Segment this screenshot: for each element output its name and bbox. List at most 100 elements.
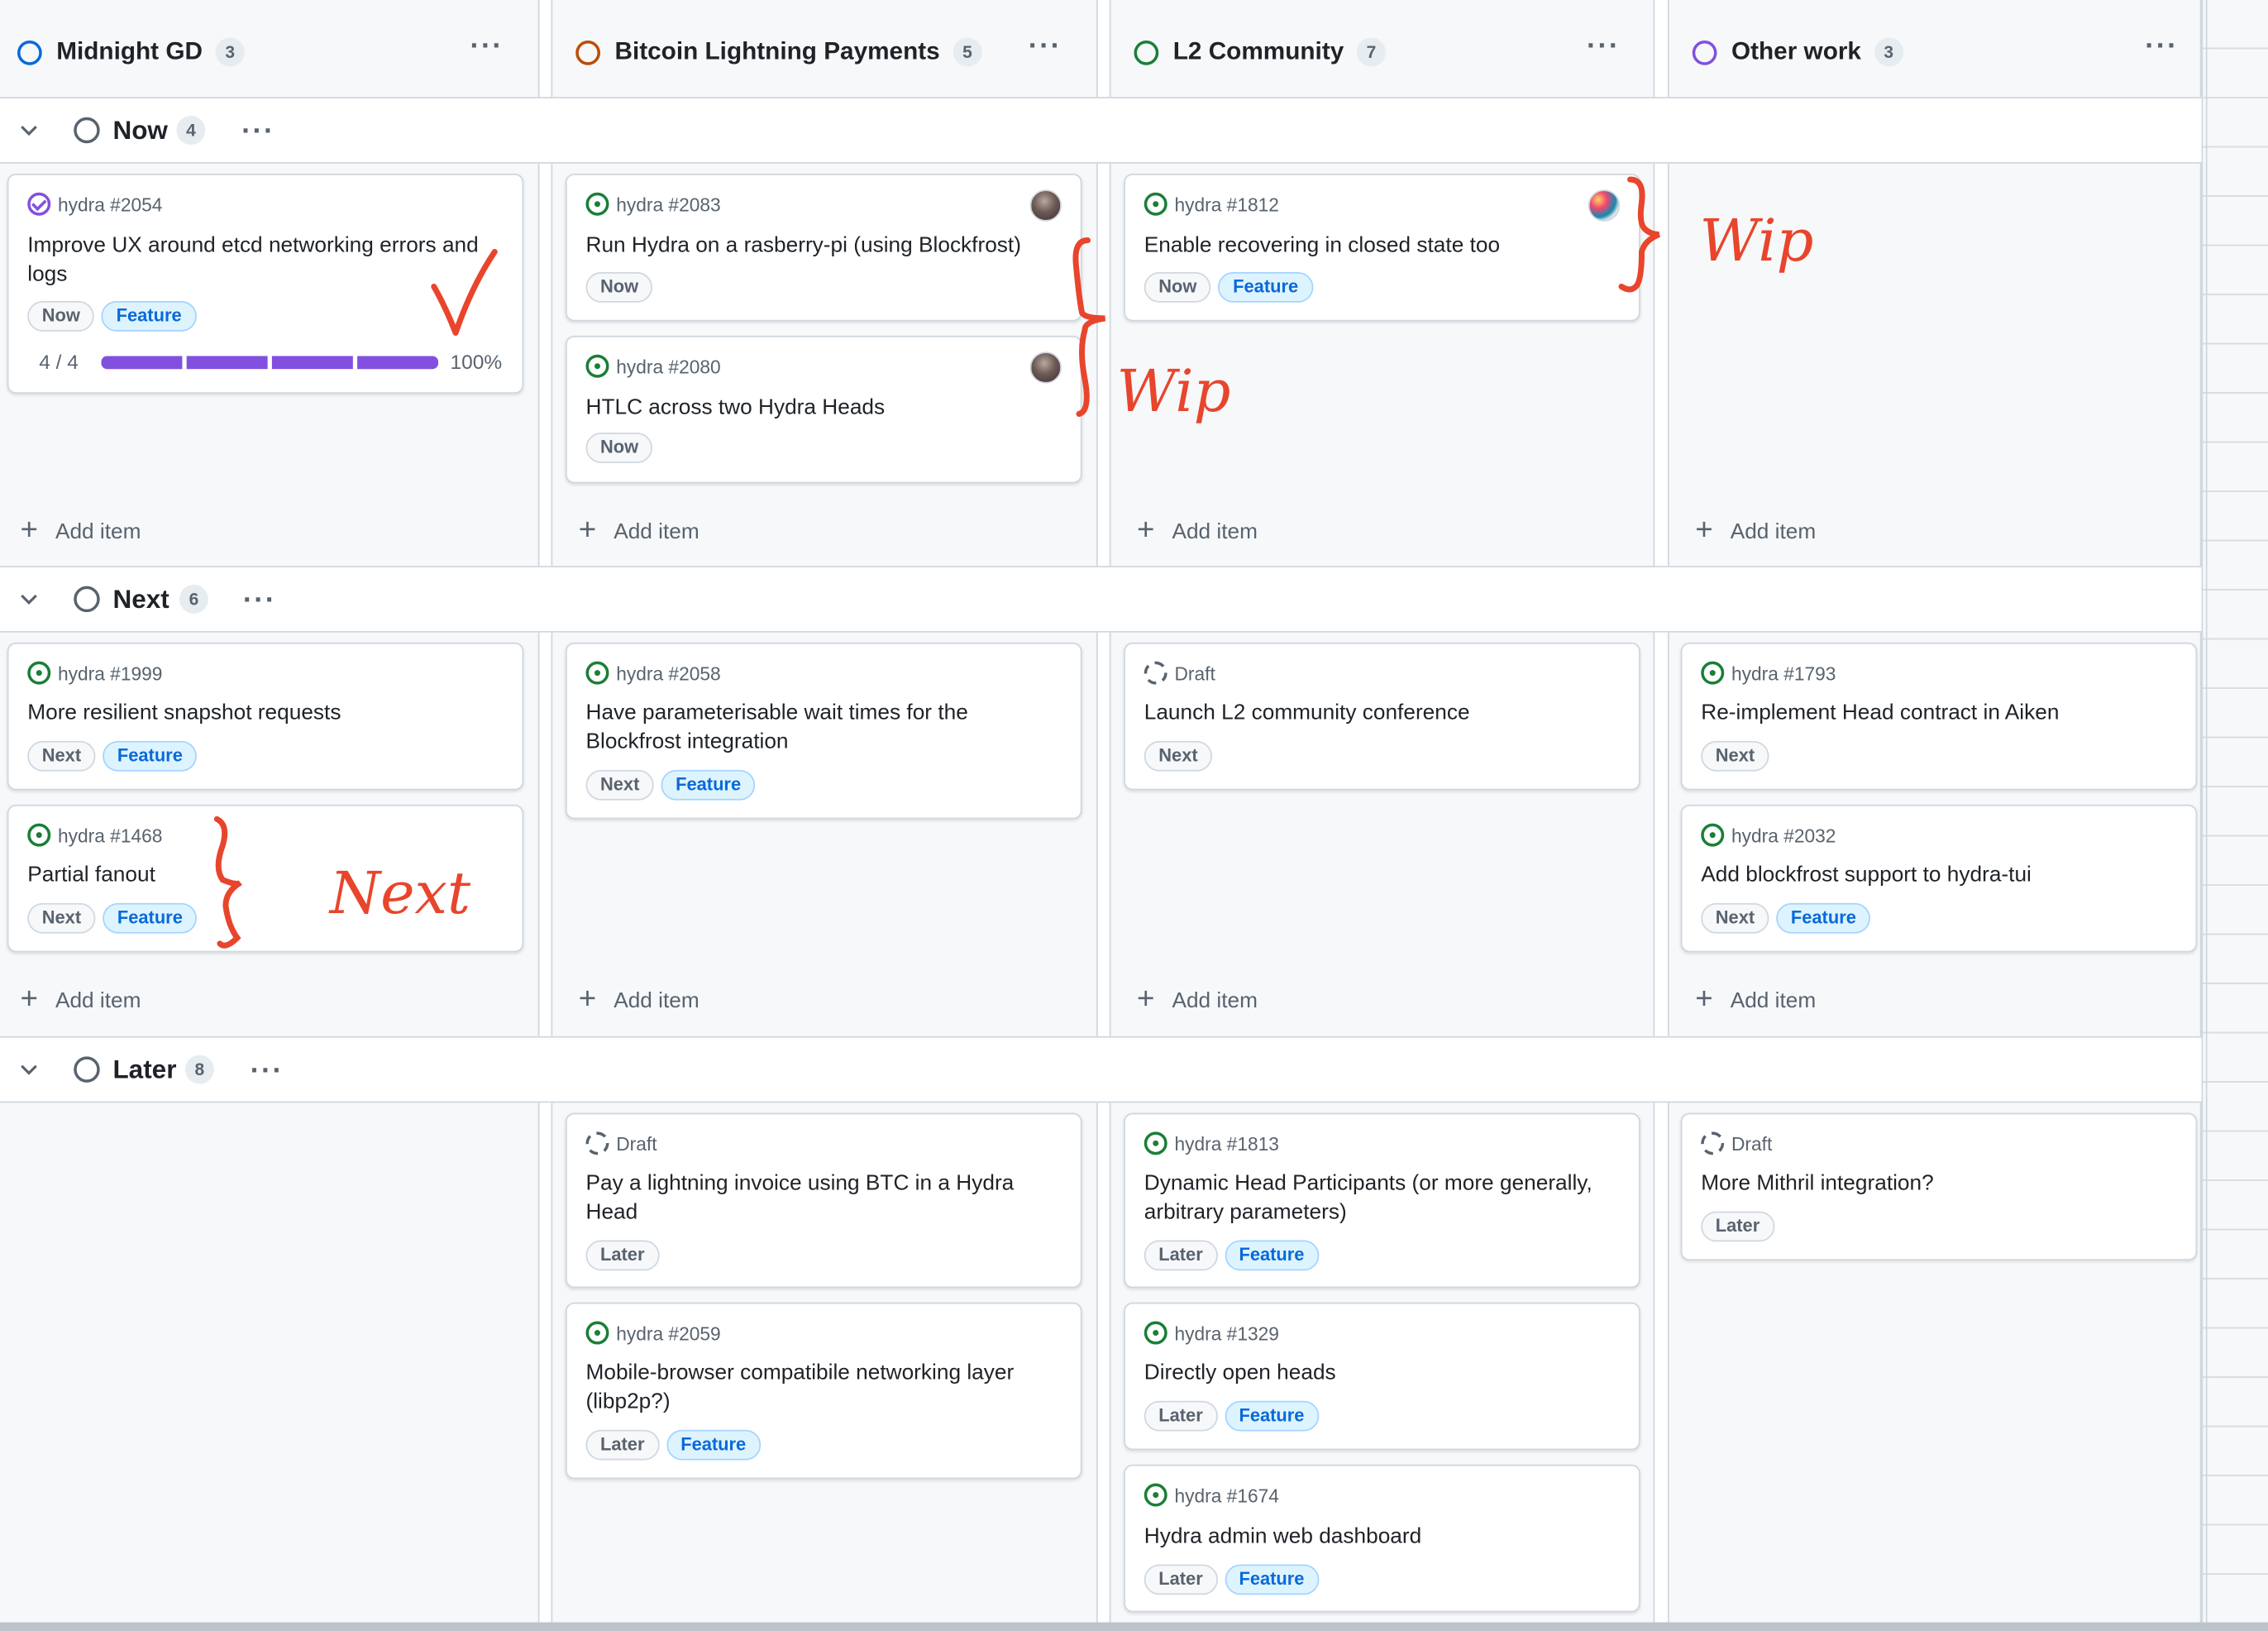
card-hydra-1468[interactable]: hydra #1468 Partial fanout Next Feature [7, 804, 524, 953]
card-title[interactable]: Re-implement Head contract in Aiken [1701, 699, 2166, 728]
label-now[interactable]: Now [585, 433, 653, 463]
label-feature[interactable]: Feature [1224, 1400, 1319, 1432]
column-header-other-work[interactable]: Other work 3 ··· [1675, 7, 2202, 97]
more-options-icon[interactable]: ··· [251, 1056, 284, 1085]
label-next[interactable]: Next [1144, 740, 1213, 772]
card-title[interactable]: Launch L2 community conference [1144, 699, 1610, 728]
label-feature[interactable]: Feature [1224, 1240, 1319, 1271]
add-item-button[interactable]: + Add item [20, 515, 141, 546]
label-feature[interactable]: Feature [1776, 902, 1871, 934]
label-now[interactable]: Now [1144, 271, 1211, 303]
issue-ref[interactable]: hydra #1674 [1174, 1484, 1278, 1505]
add-item-button[interactable]: + Add item [1137, 984, 1258, 1015]
issue-ref[interactable]: hydra #1999 [58, 662, 162, 684]
column-header-l2-community[interactable]: L2 Community 7 ··· [1117, 7, 1657, 97]
add-item-button[interactable]: + Add item [20, 984, 141, 1015]
label-later[interactable]: Later [1144, 1564, 1218, 1595]
label-later[interactable]: Later [585, 1429, 659, 1461]
card-hydra-1813[interactable]: hydra #1813 Dynamic Head Participants (o… [1124, 1112, 1640, 1289]
label-later[interactable]: Later [1701, 1211, 1774, 1242]
label-later[interactable]: Later [585, 1240, 659, 1271]
card-hydra-2059[interactable]: hydra #2059 Mobile-browser compatibile n… [565, 1302, 1082, 1480]
card-hydra-2083[interactable]: hydra #2083 Run Hydra on a rasberry-pi (… [565, 173, 1082, 322]
label-later[interactable]: Later [1144, 1400, 1218, 1432]
column-header-midnight-gd[interactable]: Midnight GD 3 ··· [0, 7, 540, 97]
label-now[interactable]: Now [27, 300, 95, 332]
issue-ref[interactable]: hydra #1813 [1174, 1132, 1278, 1154]
card-title[interactable]: Hydra admin web dashboard [1144, 1523, 1610, 1552]
issue-ref[interactable]: hydra #2059 [616, 1322, 720, 1343]
card-title[interactable]: Pay a lightning invoice using BTC in a H… [585, 1169, 1051, 1227]
card-title[interactable]: HTLC across two Hydra Heads [585, 394, 1051, 423]
card-title[interactable]: Run Hydra on a rasberry-pi (using Blockf… [585, 232, 1051, 261]
card-hydra-2058[interactable]: hydra #2058 Have parameterisable wait ti… [565, 642, 1082, 820]
issue-ref[interactable]: hydra #1812 [1174, 194, 1278, 215]
card-title[interactable]: Enable recovering in closed state too [1144, 232, 1610, 261]
more-options-icon[interactable]: ··· [1587, 31, 1620, 60]
label-feature[interactable]: Feature [1218, 271, 1313, 303]
card-title[interactable]: Dynamic Head Participants (or more gener… [1144, 1169, 1610, 1227]
open-issue-icon [585, 354, 609, 378]
card-title[interactable]: Partial fanout [27, 861, 493, 890]
label-list: Next [1701, 740, 1769, 772]
label-later[interactable]: Later [1144, 1240, 1218, 1271]
issue-ref[interactable]: hydra #1793 [1731, 662, 1836, 684]
card-hydra-2054[interactable]: hydra #2054 Improve UX around etcd netwo… [7, 173, 524, 394]
add-item-label: Add item [1730, 519, 1817, 544]
add-item-button[interactable]: + Add item [1695, 515, 1817, 546]
card-hydra-1329[interactable]: hydra #1329 Directly open heads Later Fe… [1124, 1302, 1640, 1451]
avatar[interactable] [1029, 189, 1062, 222]
label-feature[interactable]: Feature [666, 1429, 761, 1461]
card-hydra-1812[interactable]: hydra #1812 Enable recovering in closed … [1124, 173, 1640, 322]
label-next[interactable]: Next [27, 902, 96, 934]
label-next[interactable]: Next [1701, 902, 1769, 934]
column-header-bitcoin-lightning[interactable]: Bitcoin Lightning Payments 5 ··· [558, 7, 1098, 97]
label-next[interactable]: Next [585, 769, 654, 801]
more-options-icon[interactable]: ··· [241, 117, 275, 146]
add-item-button[interactable]: + Add item [579, 515, 699, 546]
add-item-button[interactable]: + Add item [579, 984, 699, 1015]
label-next[interactable]: Next [1701, 740, 1769, 772]
chevron-down-icon[interactable] [19, 120, 39, 140]
issue-ref[interactable]: hydra #2054 [58, 194, 162, 215]
card-draft-mithril[interactable]: Draft More Mithril integration? Later [1680, 1112, 2198, 1261]
label-feature[interactable]: Feature [1224, 1564, 1319, 1595]
more-options-icon[interactable]: ··· [1029, 31, 1062, 60]
card-hydra-2080[interactable]: hydra #2080 HTLC across two Hydra Heads … [565, 335, 1082, 484]
card-title[interactable]: Mobile-browser compatibile networking la… [585, 1359, 1051, 1417]
card-title[interactable]: More Mithril integration? [1701, 1169, 2166, 1198]
label-now[interactable]: Now [585, 271, 653, 303]
more-options-icon[interactable]: ··· [470, 31, 504, 60]
card-draft-lightning[interactable]: Draft Pay a lightning invoice using BTC … [565, 1112, 1082, 1289]
more-options-icon[interactable]: ··· [243, 586, 276, 615]
add-item-button[interactable]: + Add item [1695, 984, 1816, 1015]
label-feature[interactable]: Feature [102, 300, 197, 332]
avatar[interactable] [1029, 352, 1062, 384]
card-hydra-1999[interactable]: hydra #1999 More resilient snapshot requ… [7, 642, 524, 791]
card-title[interactable]: Add blockfrost support to hydra-tui [1701, 861, 2166, 890]
card-draft-conference[interactable]: Draft Launch L2 community conference Nex… [1124, 642, 1640, 791]
card-hydra-2032[interactable]: hydra #2032 Add blockfrost support to hy… [1680, 804, 2198, 953]
chevron-down-icon[interactable] [19, 1059, 39, 1079]
issue-ref[interactable]: hydra #2058 [616, 662, 720, 684]
issue-ref[interactable]: hydra #1468 [58, 824, 162, 845]
card-hydra-1793[interactable]: hydra #1793 Re-implement Head contract i… [1680, 642, 2198, 791]
issue-ref[interactable]: hydra #1329 [1174, 1322, 1278, 1343]
card-title[interactable]: Have parameterisable wait times for the … [585, 699, 1051, 757]
add-item-button[interactable]: + Add item [1137, 515, 1258, 546]
issue-ref[interactable]: hydra #2032 [1731, 824, 1836, 845]
label-feature[interactable]: Feature [661, 769, 756, 801]
card-title[interactable]: More resilient snapshot requests [27, 699, 493, 728]
issue-ref[interactable]: hydra #2080 [616, 356, 720, 377]
card-hydra-1674[interactable]: hydra #1674 Hydra admin web dashboard La… [1124, 1464, 1640, 1613]
label-feature[interactable]: Feature [103, 740, 198, 772]
issue-ref[interactable]: hydra #2083 [616, 194, 720, 215]
label-next[interactable]: Next [27, 740, 96, 772]
label-feature[interactable]: Feature [103, 902, 198, 934]
chevron-down-icon[interactable] [19, 589, 39, 609]
card-title[interactable]: Directly open heads [1144, 1359, 1610, 1388]
avatar[interactable] [1588, 189, 1621, 222]
card-title[interactable]: Improve UX around etcd networking errors… [27, 232, 493, 289]
horizontal-scrollbar[interactable] [0, 1622, 2268, 1631]
more-options-icon[interactable]: ··· [2145, 31, 2178, 60]
